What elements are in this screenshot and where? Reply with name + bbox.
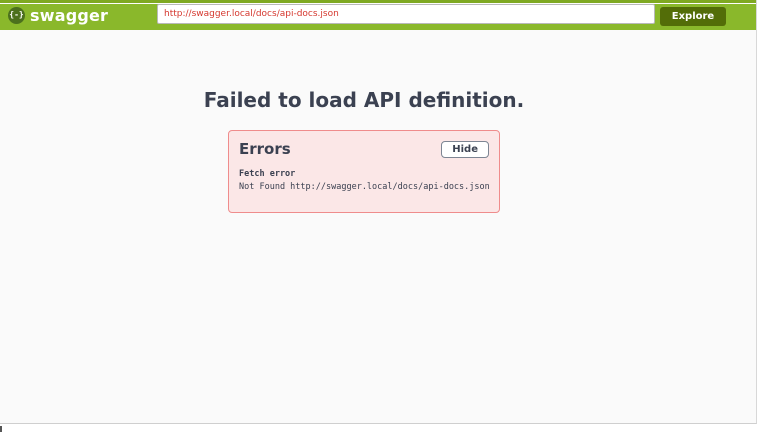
topbar: {-} swagger Explore — [0, 0, 756, 30]
api-url-input[interactable] — [157, 4, 655, 24]
page: {-} swagger Explore Failed to load API d… — [0, 0, 757, 424]
hide-button[interactable]: Hide — [441, 140, 489, 158]
errors-panel-title: Errors — [239, 140, 291, 158]
error-type: Fetch error — [239, 169, 296, 179]
swagger-logo[interactable]: {-} swagger — [8, 0, 108, 30]
main-content: Failed to load API definition. Errors Hi… — [0, 30, 756, 213]
errors-panel: Errors Hide Fetch error Not Found http:/… — [228, 130, 500, 213]
swagger-logo-title: swagger — [30, 5, 109, 25]
explore-button[interactable]: Explore — [660, 7, 726, 26]
errors-panel-header: Errors Hide — [239, 140, 489, 158]
page-edge-mark — [0, 426, 2, 432]
error-message: Not Found http://swagger.local/docs/api-… — [239, 182, 490, 192]
failed-to-load-heading: Failed to load API definition. — [203, 88, 525, 112]
swagger-logo-icon: {-} — [8, 6, 25, 24]
error-item: Fetch error Not Found http://swagger.loc… — [239, 169, 490, 192]
